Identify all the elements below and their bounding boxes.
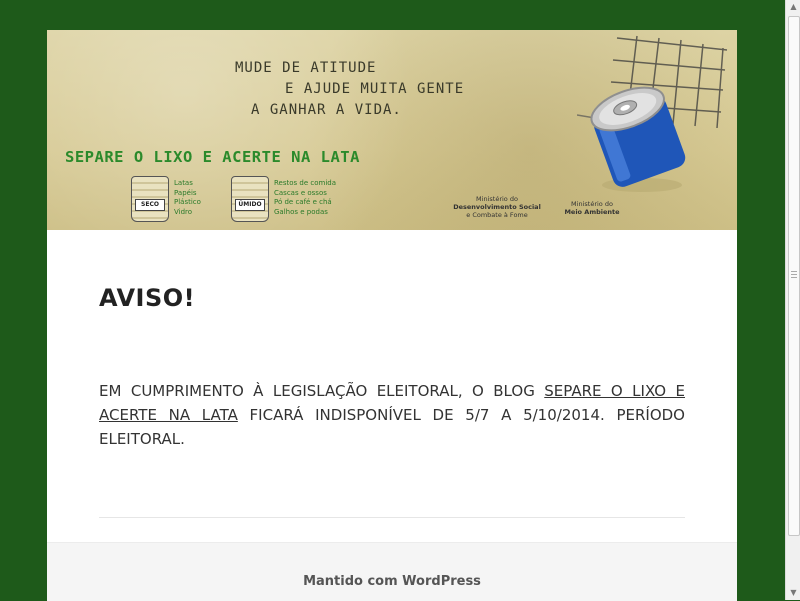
ministry-line: Desenvolvimento Social	[453, 203, 541, 211]
scroll-up-arrow-icon[interactable]: ▲	[786, 0, 800, 14]
bin-tag: ÚMIDO	[235, 199, 265, 211]
soda-can-illustration	[590, 86, 686, 192]
content-divider	[99, 517, 685, 518]
post-title: AVISO!	[99, 284, 196, 312]
ministry-logo: Ministério do Desenvolvimento Social e C…	[447, 195, 547, 219]
vertical-scrollbar[interactable]: ▲ ▼	[785, 0, 800, 600]
ministry-line: e Combate à Fome	[466, 211, 528, 219]
notice-text: EM CUMPRIMENTO À LEGISLAÇÃO ELEITORAL, O…	[99, 382, 545, 400]
slogan-line: A GANHAR A VIDA.	[251, 102, 402, 118]
bin-list-item: Vidro	[174, 207, 193, 216]
bin-list-item: Cascas e ossos	[274, 188, 327, 197]
post-body: EM CUMPRIMENTO À LEGISLAÇÃO ELEITORAL, O…	[99, 379, 685, 451]
bin-list-item: Plástico	[174, 198, 201, 206]
banner-slogan: MUDE DE ATITUDE E AJUDE MUITA GENTE A GA…	[235, 58, 464, 121]
scrollbar-thumb[interactable]	[788, 16, 800, 536]
slogan-line: MUDE DE ATITUDE	[235, 60, 377, 76]
page-container: MUDE DE ATITUDE E AJUDE MUITA GENTE A GA…	[47, 30, 737, 601]
header-banner[interactable]: MUDE DE ATITUDE E AJUDE MUITA GENTE A GA…	[47, 30, 737, 230]
bin-list-item: Papéis	[174, 188, 197, 197]
scroll-down-arrow-icon[interactable]: ▼	[786, 586, 800, 600]
bin-list-item: Pó de café e chá	[274, 198, 332, 206]
site-footer: Mantido com WordPress	[47, 542, 737, 601]
ministry-logo: Ministério do Meio Ambiente	[557, 200, 627, 216]
dry-waste-list: Latas Papéis Plástico Vidro	[174, 179, 201, 217]
bin-tag: SECO	[135, 199, 165, 211]
campaign-title: SEPARE O LIXO E ACERTE NA LATA	[65, 148, 360, 166]
bin-list-item: Restos de comida	[274, 179, 337, 187]
wet-bin-icon: ÚMIDO	[231, 176, 269, 222]
ministry-line: Ministério do	[476, 195, 518, 203]
bin-list-item: Galhos e podas	[274, 207, 328, 216]
bin-list-item: Latas	[174, 179, 193, 187]
dry-bin-icon: SECO	[131, 176, 169, 222]
grip-icon	[791, 271, 797, 279]
post-header: AVISO!	[99, 284, 685, 312]
ministry-line: Ministério do	[571, 200, 613, 208]
slogan-line: E AJUDE MUITA GENTE	[285, 81, 465, 97]
wordpress-credit-link[interactable]: Mantido com WordPress	[47, 574, 737, 589]
ministry-line: Meio Ambiente	[564, 208, 620, 216]
wet-waste-list: Restos de comida Cascas e ossos Pó de ca…	[274, 179, 336, 217]
